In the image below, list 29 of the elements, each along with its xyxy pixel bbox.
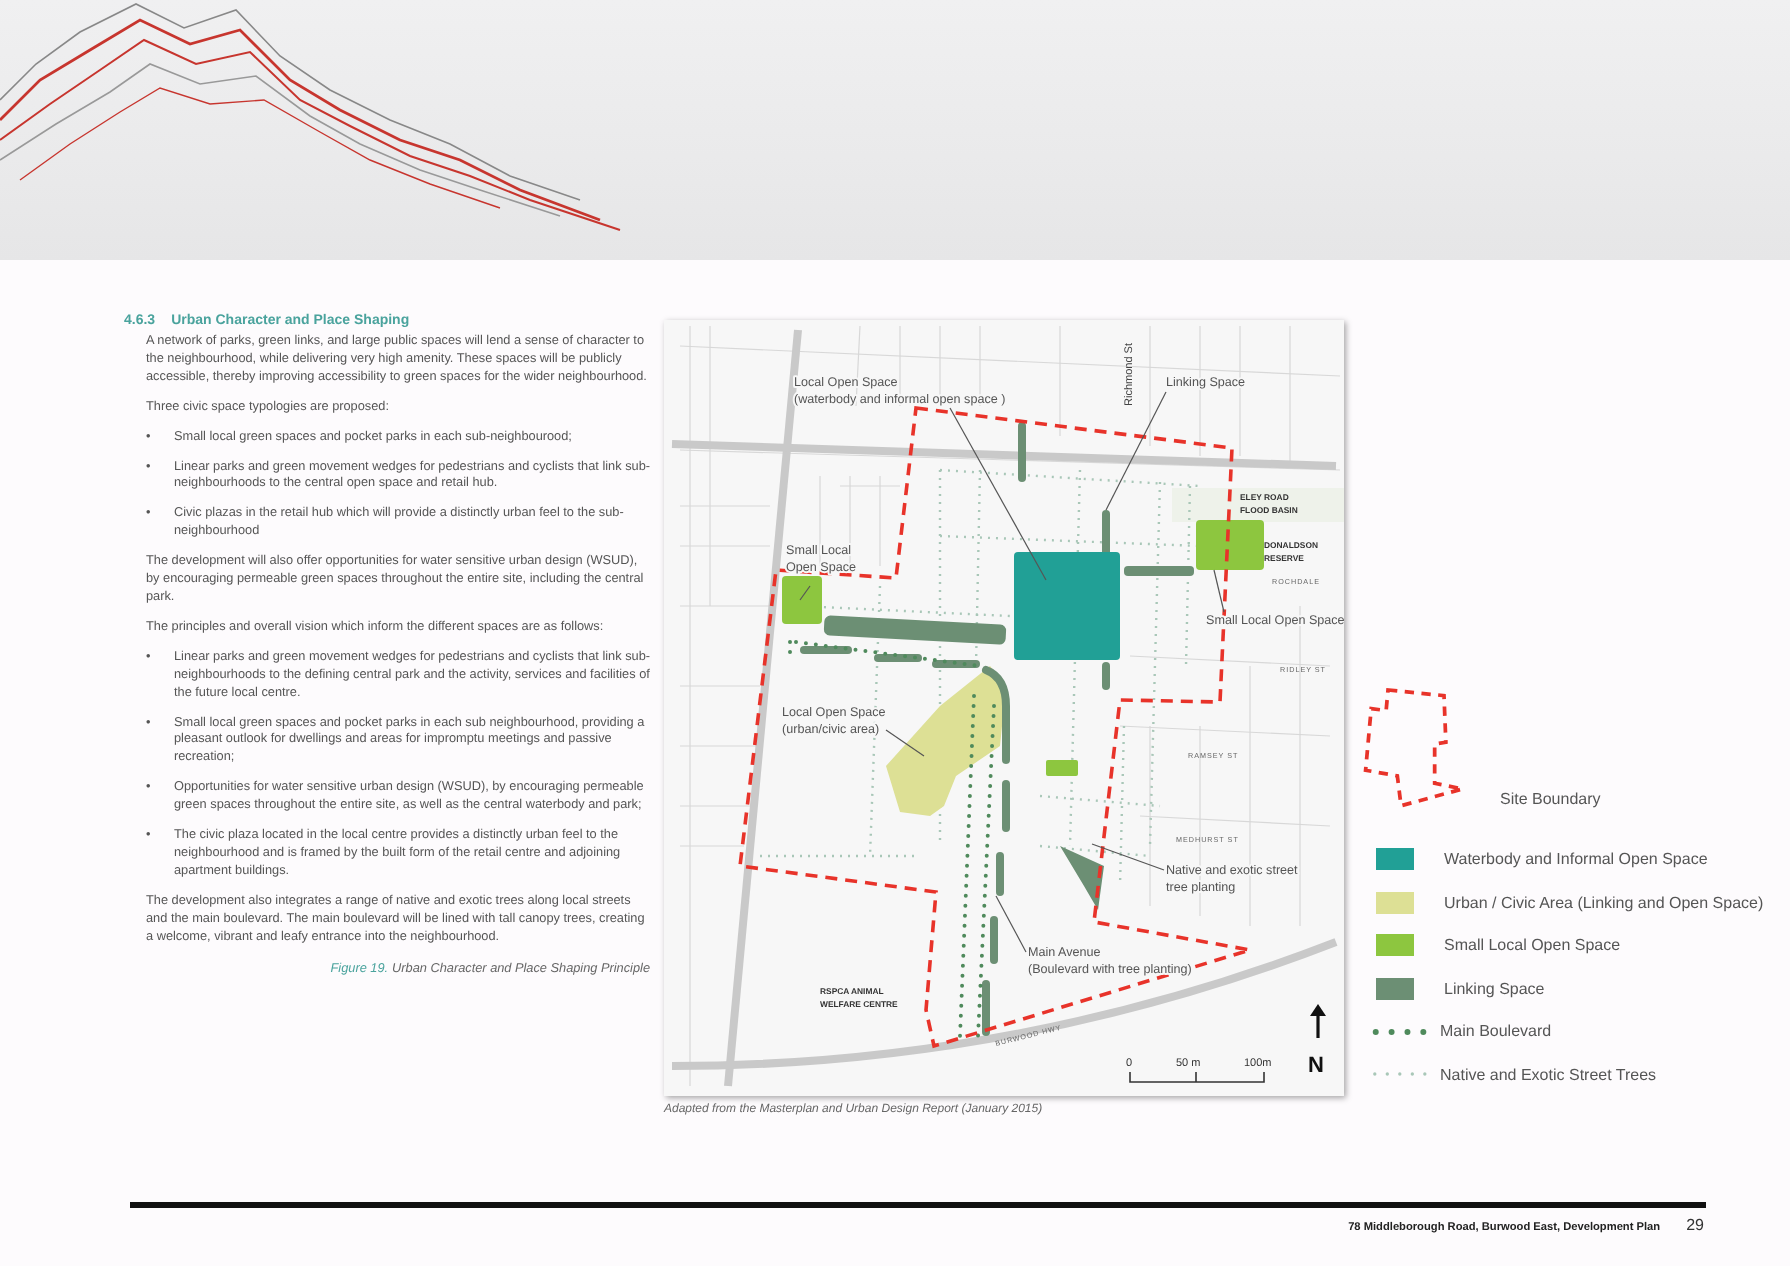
leader-line [995,895,1027,953]
legend-label: Urban / Civic Area (Linking and Open Space) [1444,893,1764,911]
waterbody [1014,552,1120,660]
local-open-space [782,576,822,624]
local-open-space [1046,760,1078,776]
linking-path [874,654,922,662]
local-open-space [1196,520,1264,570]
linking-path [1124,566,1194,576]
legend-label: Native and Exotic Street Trees [1440,1065,1657,1083]
leader-line [885,729,925,757]
leader-line [1091,843,1165,871]
linking-area [1060,846,1104,910]
legend-label: Waterbody and Informal Open Space [1444,850,1708,868]
legend-label: Linking Space [1444,979,1545,997]
linking-path [1102,662,1110,690]
north-arrow-icon [1310,1004,1326,1038]
linking-path [1018,422,1026,482]
linking-path [1002,780,1010,832]
leader-line [1213,569,1225,613]
legend-label: Main Boulevard [1440,1022,1552,1040]
page-number: 29 [1686,1216,1704,1234]
legend-label: Site Boundary [1500,790,1601,808]
linking-path [990,916,998,964]
leader-line [799,585,811,601]
north-label: N [1308,1054,1324,1078]
scale-bar [1129,1071,1265,1083]
linking-path [996,852,1004,896]
legend-label: Small Local Open Space [1444,936,1621,954]
linking-path [982,980,990,1036]
